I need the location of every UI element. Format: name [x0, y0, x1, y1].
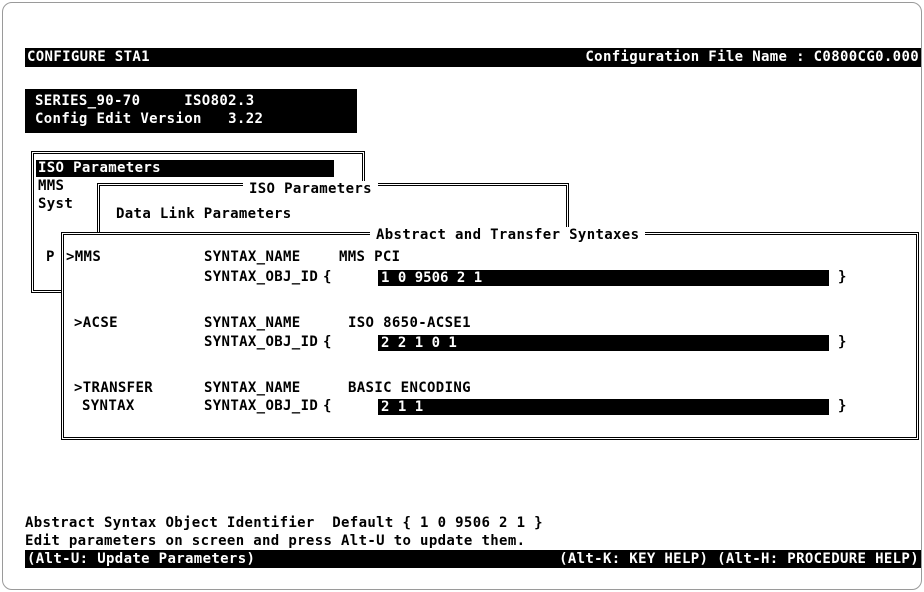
syntaxes-title: Abstract and Transfer Syntaxes	[370, 227, 646, 244]
syntax-obj-id-field-mms[interactable]: 1 0 9506 2 1	[378, 270, 829, 286]
entry-label-acse: >ACSE	[74, 315, 118, 331]
syntax-obj-id-key: SYNTAX_OBJ_ID	[204, 334, 319, 350]
version-info: SERIES_90-70 ISO802.3 Config Edit Versio…	[25, 89, 357, 133]
menu-item-system[interactable]: Syst	[38, 196, 73, 213]
key-help-bar: (Alt-U: Update Parameters) (Alt-K: KEY H…	[25, 550, 921, 568]
menu-item-p[interactable]: P	[46, 249, 55, 266]
config-version-line: Config Edit Version 3.22	[35, 111, 264, 127]
series-line: SERIES_90-70 ISO802.3	[35, 93, 255, 109]
syntax-obj-id-field-transfer[interactable]: 2 1 1	[378, 399, 829, 415]
config-file-name: Configuration File Name : C0800CG0.000	[585, 49, 919, 65]
menu-item-iso-parameters[interactable]: ISO Parameters	[36, 160, 334, 177]
syntax-name-value: BASIC ENCODING	[348, 380, 471, 396]
help-line: Abstract Syntax Object Identifier Defaul…	[25, 515, 543, 531]
instruction-line: Edit parameters on screen and press Alt-…	[25, 533, 526, 549]
update-parameters-key[interactable]: (Alt-U: Update Parameters)	[27, 551, 255, 568]
help-keys[interactable]: (Alt-K: KEY HELP) (Alt-H: PROCEDURE HELP…	[559, 551, 919, 568]
header-bar: CONFIGURE STA1 Configuration File Name :…	[25, 48, 921, 67]
syntax-obj-id-field-acse[interactable]: 2 2 1 0 1	[378, 335, 829, 351]
terminal-screen: CONFIGURE STA1 Configuration File Name :…	[2, 2, 922, 590]
open-brace: {	[323, 269, 332, 285]
syntax-name-key: SYNTAX_NAME	[204, 380, 301, 396]
open-brace: {	[323, 398, 332, 414]
entry-label-transfer: >TRANSFER	[74, 380, 154, 396]
syntax-name-value: ISO 8650-ACSE1	[348, 315, 471, 331]
close-brace: }	[838, 269, 847, 285]
entry-label-syntax: SYNTAX	[82, 398, 135, 414]
syntax-obj-id-key: SYNTAX_OBJ_ID	[204, 398, 319, 414]
syntaxes-box: >MMS SYNTAX_NAME MMS PCI SYNTAX_OBJ_ID {…	[61, 232, 919, 440]
syntax-name-key: SYNTAX_NAME	[204, 249, 301, 265]
syntax-obj-id-key: SYNTAX_OBJ_ID	[204, 269, 319, 285]
data-link-parameters[interactable]: Data Link Parameters	[116, 206, 292, 223]
syntax-name-key: SYNTAX_NAME	[204, 315, 301, 331]
close-brace: }	[838, 334, 847, 350]
syntax-name-value: MMS PCI	[339, 249, 401, 265]
entry-label-mms: >MMS	[66, 249, 102, 265]
iso-parameters-title: ISO Parameters	[243, 181, 378, 198]
open-brace: {	[323, 334, 332, 350]
screen-title: CONFIGURE STA1	[27, 49, 150, 65]
menu-item-mms[interactable]: MMS	[38, 178, 64, 195]
close-brace: }	[838, 398, 847, 414]
